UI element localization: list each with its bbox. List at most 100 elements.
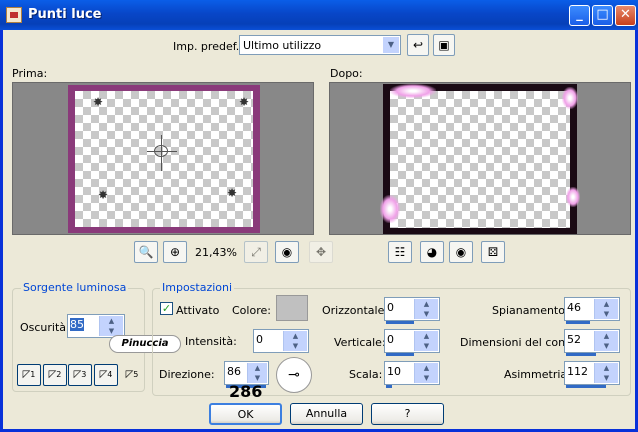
title-bar[interactable]: Punti luce _ □ ✕ bbox=[0, 0, 638, 30]
light-preset-1[interactable]: ◸1 bbox=[17, 364, 41, 386]
fit-button[interactable]: ⤢ bbox=[244, 241, 268, 263]
chevron-down-icon[interactable]: ▼ bbox=[383, 37, 399, 53]
close-icon: ✕ bbox=[620, 7, 631, 22]
colore-label: Colore: bbox=[232, 304, 271, 317]
zoom-level: 21,43% bbox=[195, 246, 237, 259]
verticale-spinner[interactable]: 0 ▲ ▼ bbox=[384, 329, 440, 356]
spinner-arrows-icon[interactable]: ▲ ▼ bbox=[414, 363, 438, 383]
attivato-checkbox[interactable]: ✓ bbox=[160, 302, 173, 315]
scala-value[interactable]: 10 bbox=[387, 365, 401, 378]
dimensioni-value[interactable]: 52 bbox=[567, 333, 581, 346]
oscurita-value[interactable]: 85 bbox=[70, 318, 84, 331]
light-glow bbox=[566, 187, 580, 207]
reset-preset-button[interactable]: ↩ bbox=[407, 34, 429, 56]
orizzontale-slider[interactable] bbox=[386, 321, 414, 324]
lock-preview-button[interactable]: ◕ bbox=[420, 241, 444, 263]
spinner-arrows-icon[interactable]: ▲ ▼ bbox=[283, 331, 307, 351]
spianamento-value[interactable]: 46 bbox=[567, 301, 581, 314]
color-swatch[interactable] bbox=[276, 295, 308, 321]
impostazioni-legend: Impostazioni bbox=[160, 281, 235, 294]
minimize-icon: _ bbox=[576, 7, 583, 22]
proof-icon: ☷ bbox=[394, 245, 406, 259]
asimmetria-slider[interactable] bbox=[566, 385, 606, 388]
dimensioni-spinner[interactable]: 52 ▲ ▼ bbox=[564, 329, 620, 356]
checkmark-icon: ✓ bbox=[161, 302, 172, 315]
spinner-arrows-icon[interactable]: ▲ ▼ bbox=[414, 331, 438, 351]
zoom-out-icon: 🔍 bbox=[138, 245, 154, 259]
annulla-button[interactable]: Annulla bbox=[290, 403, 363, 425]
save-icon: ▣ bbox=[438, 38, 450, 52]
scala-spinner[interactable]: 10 ▲ ▼ bbox=[384, 361, 440, 388]
light-point-icon[interactable]: ✸ bbox=[239, 95, 249, 109]
spinner-arrows-icon[interactable]: ▲ ▼ bbox=[99, 316, 123, 336]
preset-select[interactable]: Ultimo utilizzo ▼ bbox=[239, 35, 401, 55]
asimmetria-label: Asimmetria: bbox=[504, 368, 571, 381]
dopo-canvas bbox=[390, 91, 570, 228]
spinner-arrows-icon[interactable]: ▲ ▼ bbox=[414, 299, 438, 319]
save-preset-button[interactable]: ▣ bbox=[433, 34, 455, 56]
verticale-label: Verticale: bbox=[334, 336, 386, 349]
oscurita-label: Oscurità: bbox=[20, 321, 70, 334]
attivato-label[interactable]: Attivato bbox=[176, 304, 219, 317]
light-preset-4[interactable]: ◸4 bbox=[94, 364, 118, 386]
spinner-arrows-icon[interactable]: ▲ ▼ bbox=[247, 363, 267, 383]
spianamento-spinner[interactable]: 46 ▲ ▼ bbox=[564, 297, 620, 324]
spinner-arrows-icon[interactable]: ▲ ▼ bbox=[594, 299, 618, 319]
verticale-slider[interactable] bbox=[386, 353, 414, 356]
close-button[interactable]: ✕ bbox=[615, 5, 636, 26]
asimmetria-value[interactable]: 112 bbox=[567, 365, 588, 378]
verticale-value[interactable]: 0 bbox=[387, 333, 394, 346]
light-point-icon[interactable]: ✸ bbox=[93, 95, 103, 109]
preview-toggle-button[interactable]: ◉ bbox=[449, 241, 473, 263]
spianamento-label: Spianamento: bbox=[492, 304, 569, 317]
direzione-value[interactable]: 86 bbox=[227, 365, 241, 378]
randomize-button[interactable]: ⚄ bbox=[481, 241, 505, 263]
intensita-spinner[interactable]: 0 ▲ ▼ bbox=[253, 329, 309, 353]
asimmetria-spinner[interactable]: 112 ▲ ▼ bbox=[564, 361, 620, 388]
prima-label: Prima: bbox=[12, 67, 48, 80]
pan-zoom-button[interactable]: ◉ bbox=[275, 241, 299, 263]
help-button[interactable]: ? bbox=[371, 403, 444, 425]
sorgente-legend: Sorgente luminosa bbox=[21, 281, 129, 294]
maximize-button[interactable]: □ bbox=[592, 5, 613, 26]
window-title: Punti luce bbox=[28, 7, 102, 22]
eye-lock-icon: ◕ bbox=[426, 245, 438, 259]
spinner-arrows-icon[interactable]: ▲ ▼ bbox=[594, 363, 618, 383]
minimize-button[interactable]: _ bbox=[569, 5, 590, 26]
preset-label: Imp. predef.: bbox=[173, 40, 243, 53]
intensita-value[interactable]: 0 bbox=[256, 333, 263, 346]
app-icon bbox=[6, 7, 22, 23]
light-preset-2[interactable]: ◸2 bbox=[43, 364, 67, 386]
light-point-icon[interactable]: ✸ bbox=[227, 186, 237, 200]
dopo-preview bbox=[329, 82, 631, 235]
orizzontale-spinner[interactable]: 0 ▲ ▼ bbox=[384, 297, 440, 324]
zoom-in-icon: ⊕ bbox=[169, 245, 181, 259]
reset-arrow-icon: ↩ bbox=[412, 38, 424, 52]
direction-dial[interactable]: ⊸ bbox=[276, 357, 312, 393]
zoom-in-button[interactable]: ⊕ bbox=[163, 241, 187, 263]
eye-icon: ◉ bbox=[455, 245, 467, 259]
light-preset-3[interactable]: ◸3 bbox=[68, 364, 92, 386]
ok-button[interactable]: OK bbox=[209, 403, 282, 425]
crosshair-icon[interactable] bbox=[147, 135, 177, 171]
dialog-window: Punti luce _ □ ✕ Imp. predef.: Ultimo ut… bbox=[0, 0, 638, 432]
move-button[interactable]: ✥ bbox=[309, 241, 333, 263]
light-glow bbox=[380, 195, 400, 223]
spianamento-slider[interactable] bbox=[566, 321, 590, 324]
spinner-arrows-icon[interactable]: ▲ ▼ bbox=[594, 331, 618, 351]
dopo-label: Dopo: bbox=[330, 67, 363, 80]
light-point-icon[interactable]: ✸ bbox=[98, 188, 108, 202]
direzione-label: Direzione: bbox=[159, 368, 215, 381]
light-glow bbox=[390, 84, 436, 98]
prima-preview[interactable]: ✸ ✸ ✸ ✸ bbox=[12, 82, 314, 235]
proof-button[interactable]: ☷ bbox=[388, 241, 412, 263]
orizzontale-value[interactable]: 0 bbox=[387, 301, 394, 314]
light-preset-5[interactable]: ◸5 bbox=[120, 364, 144, 386]
scala-slider[interactable] bbox=[386, 385, 392, 388]
zoom-out-button[interactable]: 🔍 bbox=[134, 241, 158, 263]
dimensioni-slider[interactable] bbox=[566, 353, 596, 356]
magnifier-icon: ◉ bbox=[281, 245, 293, 259]
fit-icon: ⤢ bbox=[251, 245, 261, 259]
intensita-label: Intensità: bbox=[185, 335, 237, 348]
move-icon: ✥ bbox=[315, 245, 327, 259]
